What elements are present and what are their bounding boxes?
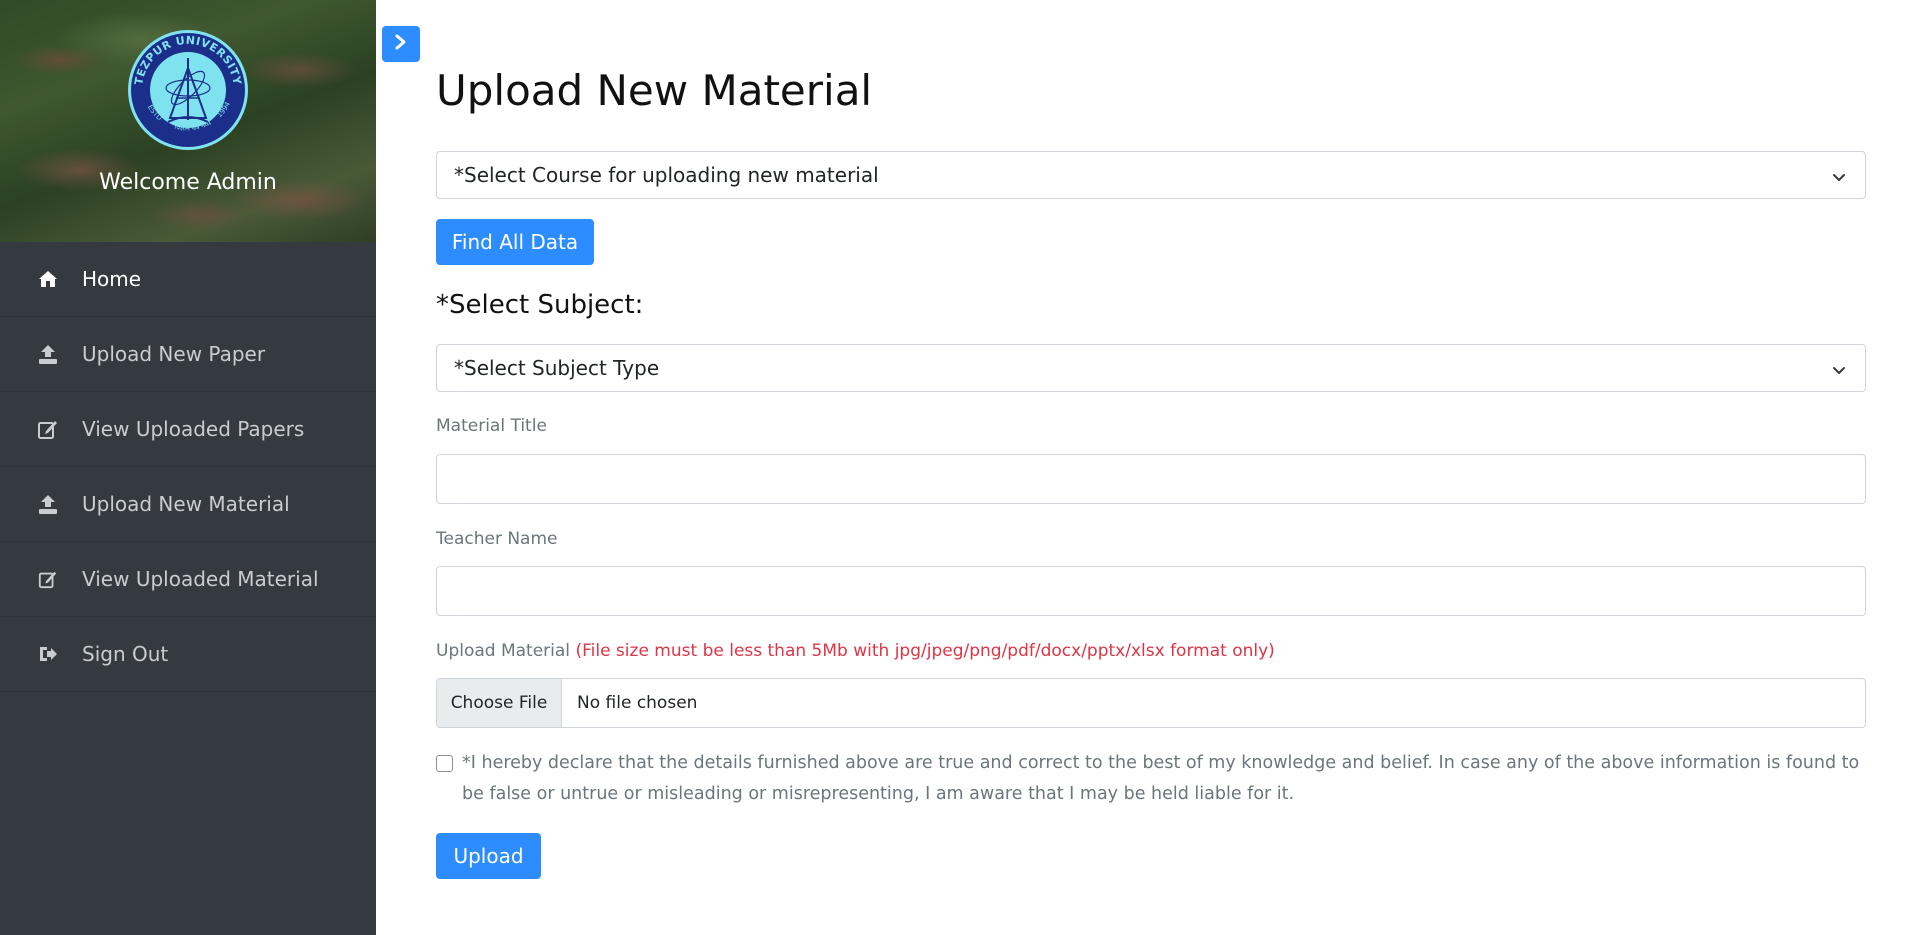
select-subject-heading: *Select Subject: — [436, 290, 644, 320]
upload-material-label-text: Upload Material — [436, 641, 571, 661]
sign-out-icon — [36, 642, 60, 666]
sidebar: TEZPUR UNIVERSITY ESTD विज्ञान यत्रं नव्… — [0, 0, 376, 935]
sidebar-item-label: Sign Out — [82, 642, 169, 666]
upload-icon — [36, 342, 60, 366]
home-icon — [36, 267, 60, 291]
declaration-checkbox[interactable] — [436, 755, 453, 772]
sidebar-item-upload-new-paper[interactable]: Upload New Paper — [0, 317, 376, 392]
university-logo: TEZPUR UNIVERSITY ESTD विज्ञान यत्रं नव्… — [128, 30, 248, 150]
sidebar-item-label: Home — [82, 267, 142, 291]
material-title-label: Material Title — [436, 416, 547, 436]
subject-type-select-value: *Select Subject Type — [454, 356, 660, 380]
upload-button[interactable]: Upload — [436, 833, 541, 879]
chevron-down-icon — [1831, 359, 1847, 383]
sidebar-item-view-uploaded-papers[interactable]: View Uploaded Papers — [0, 392, 376, 467]
sidebar-item-sign-out[interactable]: Sign Out — [0, 617, 376, 692]
sidebar-item-home[interactable]: Home — [0, 242, 376, 317]
choose-file-button[interactable]: Choose File — [437, 679, 562, 727]
file-upload-input[interactable]: Choose File No file chosen — [436, 678, 1866, 728]
subject-type-select[interactable]: *Select Subject Type — [436, 344, 1866, 392]
sidebar-item-label: View Uploaded Material — [82, 567, 319, 591]
sidebar-item-label: Upload New Paper — [82, 342, 266, 366]
sidebar-item-label: View Uploaded Papers — [82, 417, 305, 441]
campus-banner: TEZPUR UNIVERSITY ESTD विज्ञान यत्रं नव्… — [0, 0, 376, 242]
declaration-text: *I hereby declare that the details furni… — [462, 753, 1860, 804]
file-size-warning: (File size must be less than 5Mb with jp… — [575, 641, 1275, 661]
upload-material-label: Upload Material (File size must be less … — [436, 641, 1275, 661]
sidebar-toggle-button[interactable] — [382, 26, 420, 62]
edit-icon — [36, 417, 60, 441]
upload-icon — [36, 492, 60, 516]
sidebar-item-label: Upload New Material — [82, 492, 290, 516]
teacher-name-input[interactable] — [436, 566, 1866, 616]
chevron-right-icon — [394, 34, 408, 54]
sidebar-item-view-uploaded-material[interactable]: View Uploaded Material — [0, 542, 376, 617]
course-select-value: *Select Course for uploading new materia… — [454, 163, 879, 187]
material-title-input[interactable] — [436, 454, 1866, 504]
find-all-data-button[interactable]: Find All Data — [436, 219, 594, 265]
welcome-text: Welcome Admin — [99, 170, 277, 195]
chevron-down-icon — [1831, 166, 1847, 190]
page-title: Upload New Material — [436, 66, 873, 115]
teacher-name-label: Teacher Name — [436, 529, 558, 549]
course-select[interactable]: *Select Course for uploading new materia… — [436, 151, 1866, 199]
no-file-chosen-text: No file chosen — [577, 693, 698, 713]
edit-icon — [36, 567, 60, 591]
sidebar-item-upload-new-material[interactable]: Upload New Material — [0, 467, 376, 542]
